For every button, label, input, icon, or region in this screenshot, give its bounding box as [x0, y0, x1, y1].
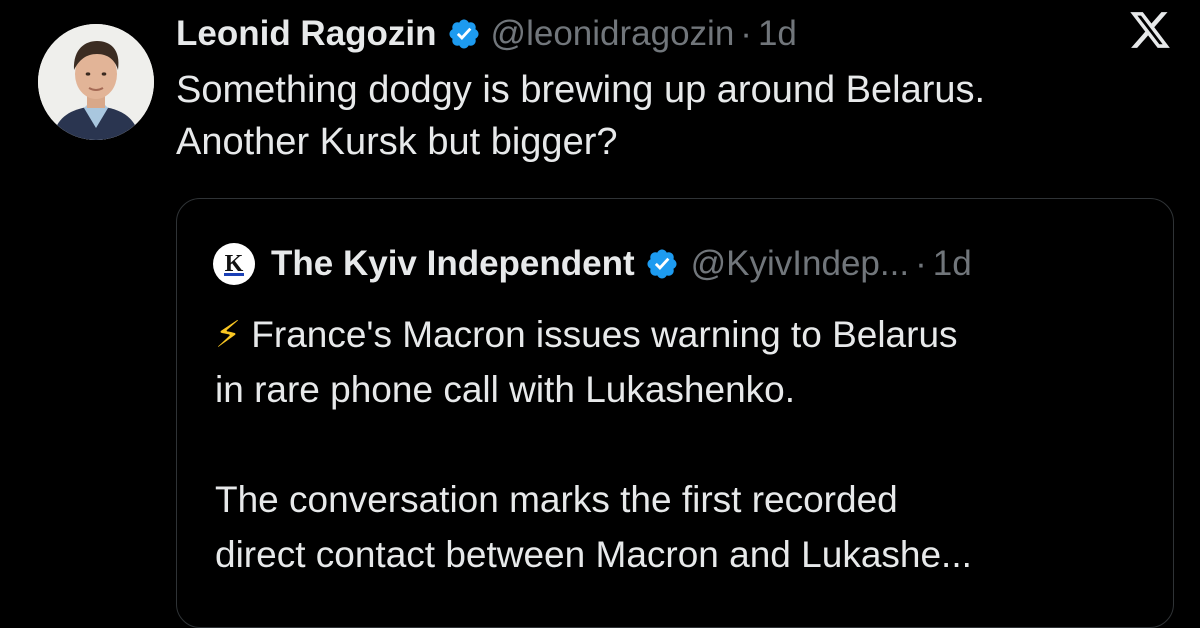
x-logo-icon: [1128, 8, 1172, 52]
quoted-text-line-2: in rare phone call with Lukashenko.: [215, 369, 796, 410]
quoted-text-line-3: The conversation marks the first recorde…: [215, 479, 898, 520]
quoted-text-line-1-content: France's Macron issues warning to Belaru…: [251, 314, 958, 355]
tweet-text: Something dodgy is brewing up around Bel…: [176, 64, 1136, 168]
tweet-card[interactable]: Leonid Ragozin @leonidragozin · 1d Somet…: [0, 0, 1200, 628]
tweet-text-line-2: Another Kursk but bigger?: [176, 121, 618, 163]
quoted-text-line-1: ⚡ France's Macron issues warning to Bela…: [215, 307, 1145, 362]
kyiv-independent-logo-icon: K: [224, 251, 244, 277]
quoted-text-line-4: direct contact between Macron and Lukash…: [215, 534, 972, 575]
verified-badge-icon: [447, 17, 481, 51]
quoted-author-handle[interactable]: @KyivIndep...: [691, 244, 909, 284]
author-handle[interactable]: @leonidragozin: [491, 14, 735, 54]
separator-dot: ·: [740, 14, 752, 53]
author-name[interactable]: Leonid Ragozin: [176, 14, 437, 54]
tweet-header: Leonid Ragozin @leonidragozin · 1d: [176, 10, 797, 58]
quoted-author-avatar[interactable]: K: [213, 243, 255, 285]
quoted-tweet[interactable]: K The Kyiv Independent @KyivIndep... · 1…: [176, 198, 1174, 628]
lightning-bolt-icon: ⚡: [215, 314, 241, 355]
quoted-tweet-text: ⚡ France's Macron issues warning to Bela…: [215, 307, 1145, 582]
quoted-author-name[interactable]: The Kyiv Independent: [271, 244, 635, 284]
quoted-tweet-header: K The Kyiv Independent @KyivIndep... · 1…: [213, 239, 972, 289]
tweet-text-line-1: Something dodgy is brewing up around Bel…: [176, 69, 986, 111]
quoted-tweet-time[interactable]: 1d: [933, 244, 972, 284]
separator-dot: ·: [915, 244, 927, 283]
verified-badge-icon: [645, 247, 679, 281]
tweet-time[interactable]: 1d: [758, 14, 797, 54]
author-avatar[interactable]: [38, 24, 154, 140]
